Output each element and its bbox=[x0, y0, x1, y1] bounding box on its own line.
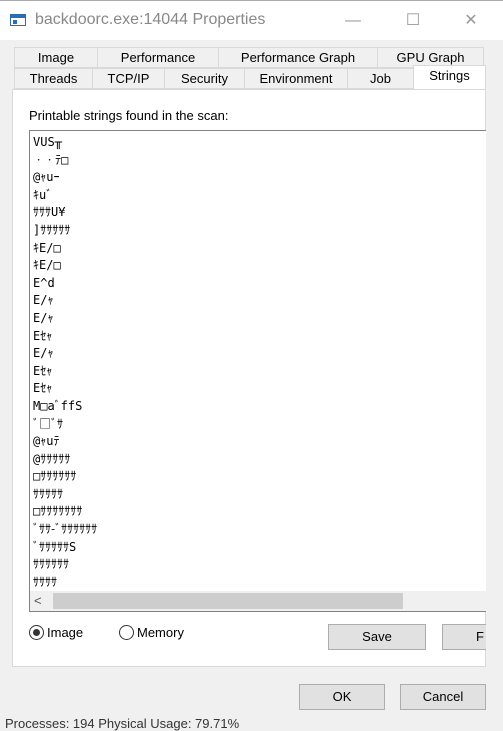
window-title: backdoorc.exe:14044 Properties bbox=[35, 11, 266, 28]
string-item[interactable]: ｷE/□ bbox=[33, 257, 97, 275]
tab-performance-graph[interactable]: Performance Graph bbox=[218, 47, 378, 68]
string-item[interactable]: @ｬuﾃ bbox=[33, 433, 97, 451]
minimize-button[interactable]: — bbox=[338, 9, 368, 33]
ok-button[interactable]: OK bbox=[299, 684, 385, 710]
string-item[interactable]: E/ｬ bbox=[33, 292, 97, 310]
image-radio-label: Image bbox=[47, 625, 84, 640]
horizontal-scrollbar[interactable]: < bbox=[30, 591, 486, 611]
string-item[interactable]: Eｾｬ bbox=[33, 328, 97, 346]
app-icon bbox=[10, 14, 26, 26]
close-button[interactable]: ✕ bbox=[456, 9, 486, 33]
string-item[interactable]: @ｻｻｻｻｻ bbox=[33, 451, 97, 469]
string-item[interactable]: ｷuﾞ bbox=[33, 187, 97, 205]
radio-unchecked-icon bbox=[119, 625, 134, 640]
title-bar: backdoorc.exe:14044 Properties — ☐ ✕ bbox=[0, 0, 503, 40]
save-button[interactable]: Save bbox=[328, 624, 426, 650]
tab-environment[interactable]: Environment bbox=[244, 68, 348, 89]
string-item[interactable]: ｻｻｻｻｻ bbox=[33, 486, 97, 504]
strings-listbox[interactable]: VUS╥ ㆍㆍﾃ□ @ｬuｰ ｷuﾞ ｻｻｻU¥]ｻｻｻｻｻ ｷE/□ ｷE/□ E^d E/ｬ… bbox=[29, 130, 486, 612]
memory-radio[interactable]: Memory bbox=[119, 625, 184, 640]
string-item[interactable]: ﾞｻｻｻｻｻS bbox=[33, 539, 97, 557]
cancel-button[interactable]: Cancel bbox=[400, 684, 486, 710]
radio-checked-icon bbox=[29, 625, 44, 640]
tab-threads[interactable]: Threads bbox=[14, 68, 93, 89]
string-item[interactable]: □ｻｻｻｻｻｻ bbox=[33, 468, 97, 486]
tab-performance[interactable]: Performance bbox=[97, 47, 219, 68]
string-item[interactable]: M□aﾞffS bbox=[33, 398, 97, 416]
string-item[interactable]: ｻｻｻｻｻｻ bbox=[33, 556, 97, 574]
tab-tcpip[interactable]: TCP/IP bbox=[92, 68, 165, 89]
string-item[interactable]: ]ｻｻｻｻｻ bbox=[33, 222, 97, 240]
string-item[interactable]: VUS╥ bbox=[33, 134, 97, 152]
string-item[interactable]: @ｬuｰ bbox=[33, 169, 97, 187]
string-item[interactable]: ｷE/□ bbox=[33, 240, 97, 258]
memory-radio-label: Memory bbox=[137, 625, 184, 640]
status-bar: Processes: 194 Physical Usage: 79.71% bbox=[5, 716, 240, 731]
scrollbar-thumb[interactable] bbox=[53, 593, 403, 609]
string-item[interactable]: Eｾｬ bbox=[33, 363, 97, 381]
string-item[interactable]: ｻｻｻｻ bbox=[33, 574, 97, 592]
string-item[interactable]: ㆍㆍﾃ□ bbox=[33, 152, 97, 170]
string-item[interactable]: ﾞｻｻ-ﾞｻｻｻｻｻｻ bbox=[33, 521, 97, 539]
string-item[interactable]: Eｾｬ bbox=[33, 380, 97, 398]
scroll-left-icon[interactable]: < bbox=[34, 591, 48, 611]
image-radio[interactable]: Image bbox=[29, 625, 83, 640]
find-button[interactable]: F bbox=[442, 624, 486, 650]
strings-list: VUS╥ ㆍㆍﾃ□ @ｬuｰ ｷuﾞ ｻｻｻU¥]ｻｻｻｻｻ ｷE/□ ｷE/□ E^d E/ｬ… bbox=[33, 134, 97, 611]
maximize-button[interactable]: ☐ bbox=[398, 9, 428, 33]
tab-security[interactable]: Security bbox=[164, 68, 245, 89]
strings-label: Printable strings found in the scan: bbox=[29, 108, 229, 123]
tab-job[interactable]: Job bbox=[347, 68, 414, 89]
string-item[interactable]: ﾞ□ﾞｻ bbox=[33, 416, 97, 434]
tab-image[interactable]: Image bbox=[14, 47, 98, 68]
string-item[interactable]: E/ｬ bbox=[33, 345, 97, 363]
string-item[interactable]: E^d bbox=[33, 275, 97, 293]
string-item[interactable]: □ｻｻｻｻｻｻｻ bbox=[33, 503, 97, 521]
string-item[interactable]: ｻｻｻU¥ bbox=[33, 204, 97, 222]
string-item[interactable]: E/ｬ bbox=[33, 310, 97, 328]
tab-strings[interactable]: Strings bbox=[413, 65, 486, 89]
